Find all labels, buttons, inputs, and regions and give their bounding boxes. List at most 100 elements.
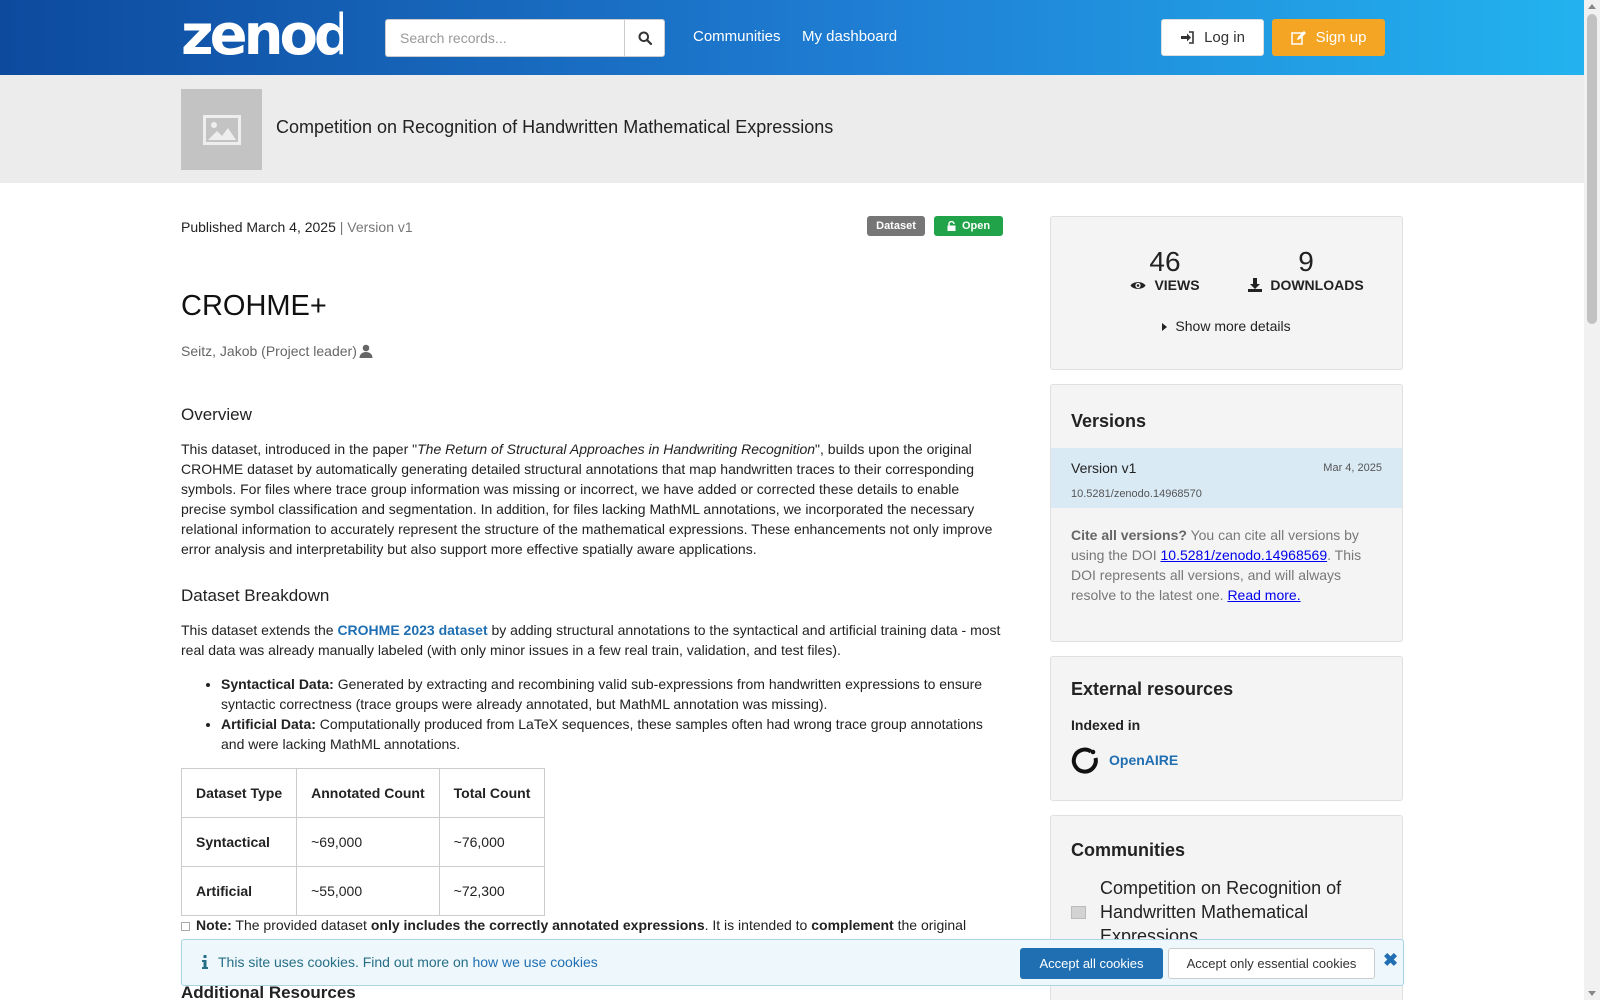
downloads-label: DOWNLOADS (1270, 277, 1364, 293)
list-item: Artificial Data: Computationally produce… (221, 714, 1006, 754)
community-title[interactable]: Competition on Recognition of Handwritte… (276, 117, 833, 138)
read-more-link[interactable]: Read more. (1227, 587, 1300, 603)
breakdown-heading: Dataset Breakdown (181, 586, 330, 605)
external-resources-card: External resources Indexed in OpenAIRE (1050, 656, 1403, 801)
signup-button[interactable]: Sign up (1272, 19, 1385, 56)
overview-text-2: ", builds upon the original CROHME datas… (181, 441, 993, 557)
search-bar (385, 19, 665, 57)
search-icon (638, 31, 652, 45)
cookie-message: This site uses cookies. Find out more on… (202, 954, 598, 970)
table-cell: ~72,300 (438, 866, 546, 916)
scroll-up-arrow-icon[interactable] (1588, 4, 1596, 9)
creator-name[interactable]: Seitz, Jakob (Project leader) (181, 343, 357, 359)
search-button[interactable] (624, 19, 665, 57)
versions-card: Versions Version v1 10.5281/zenodo.14968… (1050, 384, 1403, 642)
publication-info: Published March 4, 2025 | Version v1 (181, 219, 413, 235)
cookie-policy-link[interactable]: how we use cookies (472, 954, 597, 970)
table-cell: ~69,000 (296, 817, 440, 867)
nav-communities[interactable]: Communities (693, 28, 781, 45)
access-label: Open (961, 220, 991, 232)
version-date: Mar 4, 2025 (1323, 462, 1382, 474)
table-cell: Artificial (180, 866, 298, 916)
breakdown-paragraph: This dataset extends the CROHME 2023 dat… (181, 620, 1006, 660)
published-date: Published March 4, 2025 (181, 219, 336, 235)
views-stat: 46 VIEWS (1115, 247, 1215, 293)
edit-icon (1290, 30, 1306, 45)
table-cell: Syntactical (180, 817, 298, 867)
table-row: Syntactical ~69,000 ~76,000 (180, 817, 546, 867)
version-doi: 10.5281/zenodo.14968570 (1071, 488, 1202, 500)
downloads-stat: 9 DOWNLOADS (1241, 247, 1371, 293)
list-item: Syntactical Data: Generated by extractin… (221, 674, 1006, 714)
note-text: . It is intended to (704, 917, 812, 933)
login-label: Log in (1204, 29, 1245, 46)
community-logo-placeholder[interactable] (181, 89, 262, 170)
table-row: Artificial ~55,000 ~72,300 (180, 866, 546, 916)
page-scrollbar[interactable] (1584, 0, 1600, 1000)
table-header-row: Dataset Type Annotated Count Total Count (180, 768, 546, 818)
breakdown-text-1: This dataset extends the (181, 622, 338, 638)
bullet-label: Syntactical Data: (221, 676, 334, 692)
resource-type-badge: Dataset (867, 216, 925, 236)
sign-in-icon (1181, 31, 1194, 44)
cookie-text: This site uses cookies. Find out more on (218, 954, 473, 970)
scroll-down-arrow-icon[interactable] (1588, 991, 1596, 996)
version-label: | Version v1 (335, 219, 413, 235)
download-icon (1248, 278, 1263, 292)
accept-all-cookies-button[interactable]: Accept all cookies (1020, 948, 1163, 979)
show-more-details[interactable]: Show more details (1051, 318, 1402, 334)
note-emphasis: complement (811, 917, 894, 933)
dataset-table: Dataset Type Annotated Count Total Count… (180, 768, 546, 916)
overview-heading: Overview (181, 405, 252, 424)
user-icon (359, 344, 373, 358)
version-item[interactable]: Version v1 10.5281/zenodo.14968570 Mar 4… (1051, 448, 1402, 508)
communities-heading: Communities (1071, 840, 1186, 860)
eye-icon (1130, 281, 1146, 289)
close-icon[interactable]: ✖ (1383, 950, 1398, 971)
downloads-count: 9 (1298, 246, 1314, 277)
note-emphasis: only includes the correctly annotated ex… (370, 917, 705, 933)
downloads-label-row: DOWNLOADS (1241, 277, 1371, 293)
login-button[interactable]: Log in (1161, 19, 1264, 56)
openaire-icon (1071, 747, 1098, 774)
views-count: 46 (1149, 246, 1181, 277)
table-header: Dataset Type (180, 768, 298, 818)
zenodo-logo[interactable]: zenodo (181, 8, 343, 62)
scrollbar-thumb[interactable] (1587, 14, 1597, 324)
creator[interactable]: Seitz, Jakob (Project leader) (181, 343, 373, 359)
note-label: Note: (196, 917, 232, 933)
info-icon (202, 955, 208, 969)
bullet-label: Artificial Data: (221, 716, 316, 732)
nav-my-dashboard[interactable]: My dashboard (802, 28, 897, 45)
record-title: CROHME+ (181, 290, 327, 322)
search-input[interactable] (385, 19, 624, 57)
overview-text-1: This dataset, introduced in the paper " (181, 441, 418, 457)
version-name[interactable]: Version v1 (1071, 460, 1136, 476)
community-item[interactable]: Competition on Recognition of Handwritte… (1071, 876, 1360, 948)
accept-essential-cookies-button[interactable]: Accept only essential cookies (1168, 948, 1375, 979)
note-text: the original (893, 917, 967, 933)
caret-right-icon (1162, 323, 1168, 331)
table-header: Annotated Count (296, 768, 440, 818)
table-cell: ~55,000 (296, 866, 440, 916)
table-header: Total Count (438, 768, 546, 818)
cite-bold: Cite all versions? (1071, 527, 1187, 543)
note-icon (181, 921, 190, 931)
community-item-name[interactable]: Competition on Recognition of Handwritte… (1100, 876, 1360, 948)
unlock-icon (947, 221, 956, 231)
openaire-label[interactable]: OpenAIRE (1109, 752, 1178, 768)
show-more-label: Show more details (1175, 318, 1291, 334)
paper-title: The Return of Structural Approaches in H… (417, 441, 816, 457)
crohme-2023-link[interactable]: CROHME 2023 dataset (337, 622, 487, 638)
versions-heading: Versions (1071, 411, 1147, 431)
overview-paragraph: This dataset, introduced in the paper "T… (181, 439, 1006, 559)
community-thumbnail (1071, 905, 1086, 919)
cookie-banner: This site uses cookies. Find out more on… (181, 939, 1404, 986)
top-navbar: zenodo Communities My dashboard Log in S… (0, 0, 1600, 75)
stats-card: 46 VIEWS 9 DOWNLOADS Show more details (1050, 216, 1403, 370)
community-banner: Competition on Recognition of Handwritte… (0, 75, 1600, 183)
openaire-link[interactable]: OpenAIRE (1071, 746, 1178, 774)
views-label-row: VIEWS (1115, 277, 1215, 293)
data-type-list: Syntactical Data: Generated by extractin… (221, 674, 1006, 754)
concept-doi-link[interactable]: 10.5281/zenodo.14968569 (1161, 547, 1328, 563)
